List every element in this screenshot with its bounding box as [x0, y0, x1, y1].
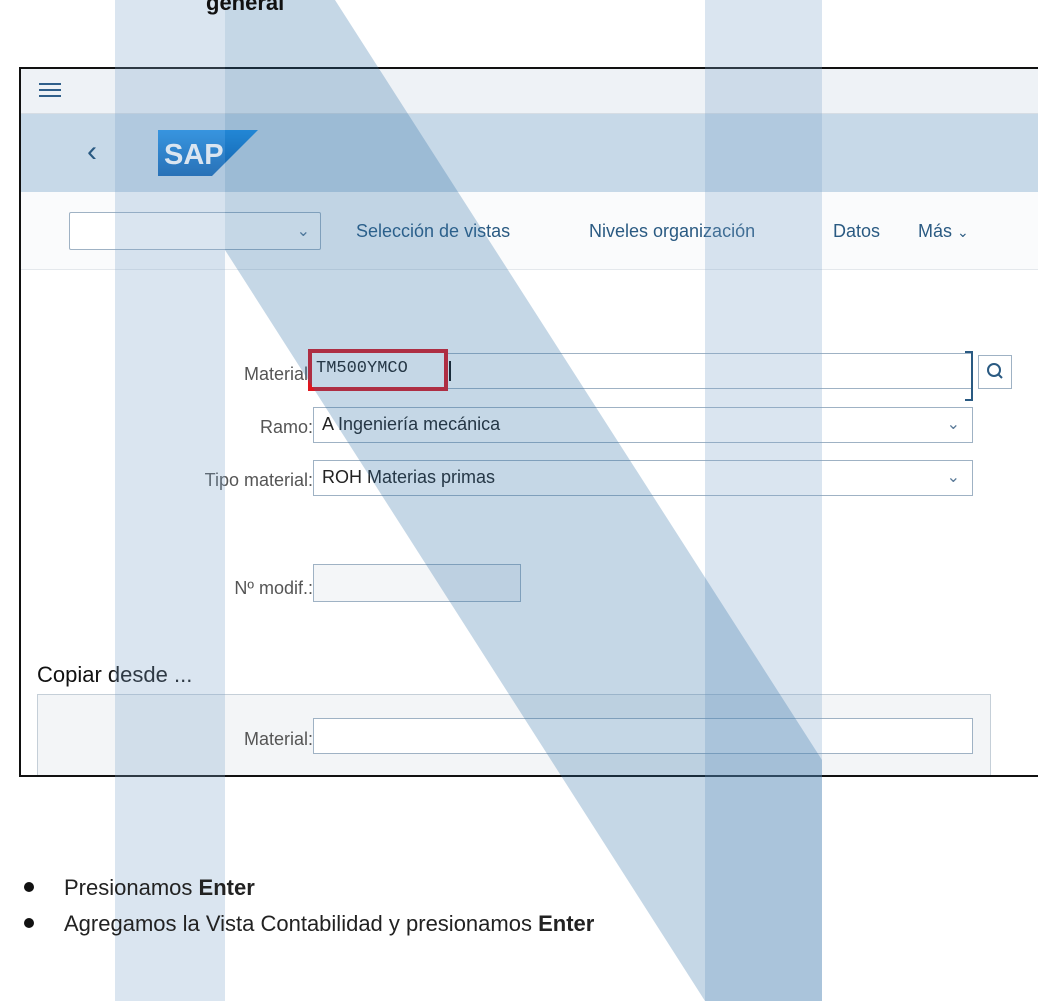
copy-section-title: Copiar desde ...: [37, 662, 193, 687]
top-bar: [21, 69, 1038, 114]
sap-window: ‹ SAP ⌄ Selección de vistas Niveles orga…: [19, 67, 1038, 777]
material-value-highlight: TM500YMCO: [308, 349, 448, 391]
sap-logo: SAP: [158, 130, 258, 176]
material-label: Material:: [243, 364, 313, 384]
hamburger-menu-icon[interactable]: [39, 81, 61, 99]
search-icon: [987, 363, 1003, 379]
text-cursor: [449, 361, 451, 381]
more-menu-label: Más: [918, 221, 953, 241]
svg-text:SAP: SAP: [164, 139, 224, 171]
form-content: Material: TM500YMCO Ramo: A Ingeniería m…: [21, 269, 1038, 775]
toolbar-combo-select[interactable]: ⌄: [69, 212, 321, 250]
list-item: Presionamos Enter: [24, 875, 255, 901]
bullet-icon: [24, 882, 34, 893]
tipo-material-label: Tipo material:: [204, 470, 313, 490]
copy-material-label: Material:: [243, 729, 313, 749]
document-heading-fragment: general: [206, 0, 285, 15]
tab-niveles-organizacion[interactable]: Niveles organización: [589, 221, 755, 242]
chevron-down-icon: ⌄: [296, 223, 310, 240]
modif-input[interactable]: [313, 564, 521, 602]
list-item: Agregamos la Vista Contabilidad y presio…: [24, 911, 594, 937]
more-menu-button[interactable]: Más ⌄: [918, 221, 969, 242]
field-bracket: [965, 351, 973, 401]
ramo-label: Ramo:: [259, 417, 313, 437]
tipo-material-value: ROH Materias primas: [322, 467, 496, 487]
shell-bar: ‹ SAP: [21, 114, 1038, 192]
modif-label: Nº modif.:: [234, 578, 313, 598]
back-icon[interactable]: ‹: [87, 136, 111, 168]
ramo-value: A Ingeniería mecánica: [322, 414, 501, 434]
bullet-icon: [24, 918, 34, 929]
value-help-button[interactable]: [978, 355, 1012, 389]
chevron-down-icon: ⌄: [946, 416, 960, 433]
chevron-down-icon: ⌄: [957, 224, 969, 240]
tab-seleccion-vistas[interactable]: Selección de vistas: [356, 221, 510, 242]
tipo-material-select[interactable]: ROH Materias primas ⌄: [313, 460, 973, 496]
copy-material-input[interactable]: [313, 718, 973, 754]
ramo-select[interactable]: A Ingeniería mecánica ⌄: [313, 407, 973, 443]
toolbar: ⌄ Selección de vistas Niveles organizaci…: [21, 192, 1038, 270]
chevron-down-icon: ⌄: [946, 469, 960, 486]
tab-datos[interactable]: Datos: [833, 221, 880, 242]
